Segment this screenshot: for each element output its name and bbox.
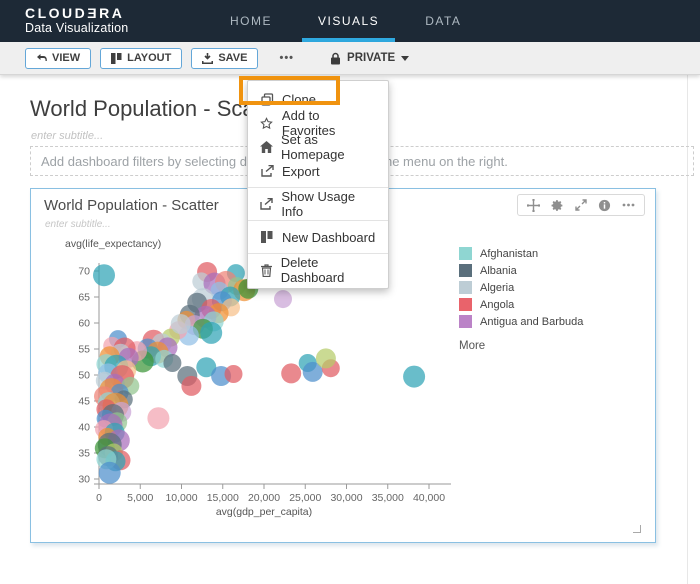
svg-text:25,000: 25,000 xyxy=(289,492,321,504)
trash-icon xyxy=(260,264,273,277)
menu-item-new-dashboard[interactable]: New Dashboard xyxy=(248,225,388,249)
cloudera-logo[interactable]: CLOUDƎRA Data Visualization xyxy=(25,5,128,35)
menu-item-label: Export xyxy=(282,164,320,179)
svg-text:avg(gdp_per_capita): avg(gdp_per_capita) xyxy=(216,506,312,518)
svg-text:35,000: 35,000 xyxy=(372,492,404,504)
legend-swatch xyxy=(459,247,472,260)
menu-item-label: Set as Homepage xyxy=(281,132,376,162)
menu-item-set-as-homepage[interactable]: Set as Homepage xyxy=(248,135,388,159)
nav-item-data[interactable]: DATA xyxy=(417,0,469,42)
svg-text:40: 40 xyxy=(78,422,90,434)
save-button-label: SAVE xyxy=(218,52,247,64)
dashboard-toolbar: VIEW LAYOUT SAVE ••• PRIVATE xyxy=(0,42,700,75)
ellipsis-icon[interactable] xyxy=(622,203,635,207)
menu-item-label: Delete Dashboard xyxy=(281,255,376,285)
star-icon xyxy=(260,117,274,130)
chevron-down-icon xyxy=(401,56,409,61)
layout-button[interactable]: LAYOUT xyxy=(100,48,182,69)
menu-item-label: New Dashboard xyxy=(282,230,375,245)
panel-resize-handle[interactable] xyxy=(633,525,641,533)
legend-item[interactable]: Angola xyxy=(459,298,583,311)
legend-item[interactable]: Afghanistan xyxy=(459,247,583,260)
private-button-label: PRIVATE xyxy=(347,52,395,64)
legend-label: Albania xyxy=(480,265,517,277)
dashboard-icon xyxy=(260,231,274,243)
info-icon[interactable] xyxy=(598,199,611,212)
svg-text:45: 45 xyxy=(78,396,90,408)
menu-divider xyxy=(248,253,388,254)
svg-text:10,000: 10,000 xyxy=(165,492,197,504)
usage-icon xyxy=(260,198,273,210)
actions-dropdown-menu: CloneAdd to FavoritesSet as HomepageExpo… xyxy=(247,80,389,289)
svg-text:5,000: 5,000 xyxy=(127,492,153,504)
more-actions-button[interactable]: ••• xyxy=(273,48,300,68)
svg-text:60: 60 xyxy=(78,318,90,330)
svg-text:70: 70 xyxy=(78,266,90,278)
layout-button-label: LAYOUT xyxy=(127,52,171,64)
nav-item-visuals[interactable]: VISUALS xyxy=(310,0,387,42)
svg-text:20,000: 20,000 xyxy=(248,492,280,504)
main-nav: HOME VISUALS DATA xyxy=(222,0,469,42)
legend-item[interactable]: Albania xyxy=(459,264,583,277)
logo-wordmark: CLOUDƎRA xyxy=(25,5,128,21)
svg-text:0: 0 xyxy=(96,492,102,504)
menu-item-delete-dashboard[interactable]: Delete Dashboard xyxy=(248,258,388,282)
private-dropdown-button[interactable]: PRIVATE xyxy=(330,52,409,65)
legend-swatch xyxy=(459,298,472,311)
svg-text:50: 50 xyxy=(78,370,90,382)
menu-item-export[interactable]: Export xyxy=(248,159,388,183)
save-download-icon xyxy=(202,53,213,64)
move-icon[interactable] xyxy=(527,199,540,212)
legend-label: Algeria xyxy=(480,282,514,294)
save-button[interactable]: SAVE xyxy=(191,48,258,69)
svg-text:avg(life_expectancy): avg(life_expectancy) xyxy=(65,238,161,250)
menu-divider xyxy=(248,220,388,221)
legend-swatch xyxy=(459,264,472,277)
visual-title[interactable]: World Population - Scatter xyxy=(44,197,219,214)
clone-icon xyxy=(260,93,274,106)
svg-text:55: 55 xyxy=(78,344,90,356)
nav-item-home[interactable]: HOME xyxy=(222,0,280,42)
legend-item[interactable]: Antigua and Barbuda xyxy=(459,315,583,328)
svg-text:15,000: 15,000 xyxy=(207,492,239,504)
menu-item-show-usage-info[interactable]: Show Usage Info xyxy=(248,192,388,216)
svg-text:65: 65 xyxy=(78,292,90,304)
svg-text:35: 35 xyxy=(78,448,90,460)
home-icon xyxy=(260,141,273,153)
view-button-label: VIEW xyxy=(52,52,80,64)
svg-text:30,000: 30,000 xyxy=(330,492,362,504)
visual-mini-toolbar xyxy=(517,194,645,216)
layout-grid-icon xyxy=(111,53,122,64)
dashboard-subtitle-placeholder[interactable]: enter subtitle... xyxy=(31,130,103,142)
menu-divider xyxy=(248,187,388,188)
legend-label: Antigua and Barbuda xyxy=(480,316,583,328)
gear-icon[interactable] xyxy=(551,199,564,212)
back-arrow-icon xyxy=(36,53,47,63)
menu-item-label: Show Usage Info xyxy=(281,189,376,219)
legend-label: Angola xyxy=(480,299,514,311)
svg-text:30: 30 xyxy=(78,474,90,486)
svg-text:40,000: 40,000 xyxy=(413,492,445,504)
legend-item[interactable]: Algeria xyxy=(459,281,583,294)
chart-legend: Afghanistan Albania Algeria Angola Antigua a… xyxy=(459,247,583,352)
legend-swatch xyxy=(459,281,472,294)
view-button[interactable]: VIEW xyxy=(25,48,91,69)
legend-swatch xyxy=(459,315,472,328)
top-navbar: CLOUDƎRA Data Visualization HOME VISUALS D… xyxy=(0,0,700,42)
menu-item-label: Clone xyxy=(282,92,316,107)
logo-product-name: Data Visualization xyxy=(25,21,128,35)
export-icon xyxy=(260,165,274,177)
legend-label: Afghanistan xyxy=(480,248,538,260)
legend-more-link[interactable]: More xyxy=(459,340,583,352)
expand-icon[interactable] xyxy=(575,199,587,211)
lock-icon xyxy=(330,52,341,65)
